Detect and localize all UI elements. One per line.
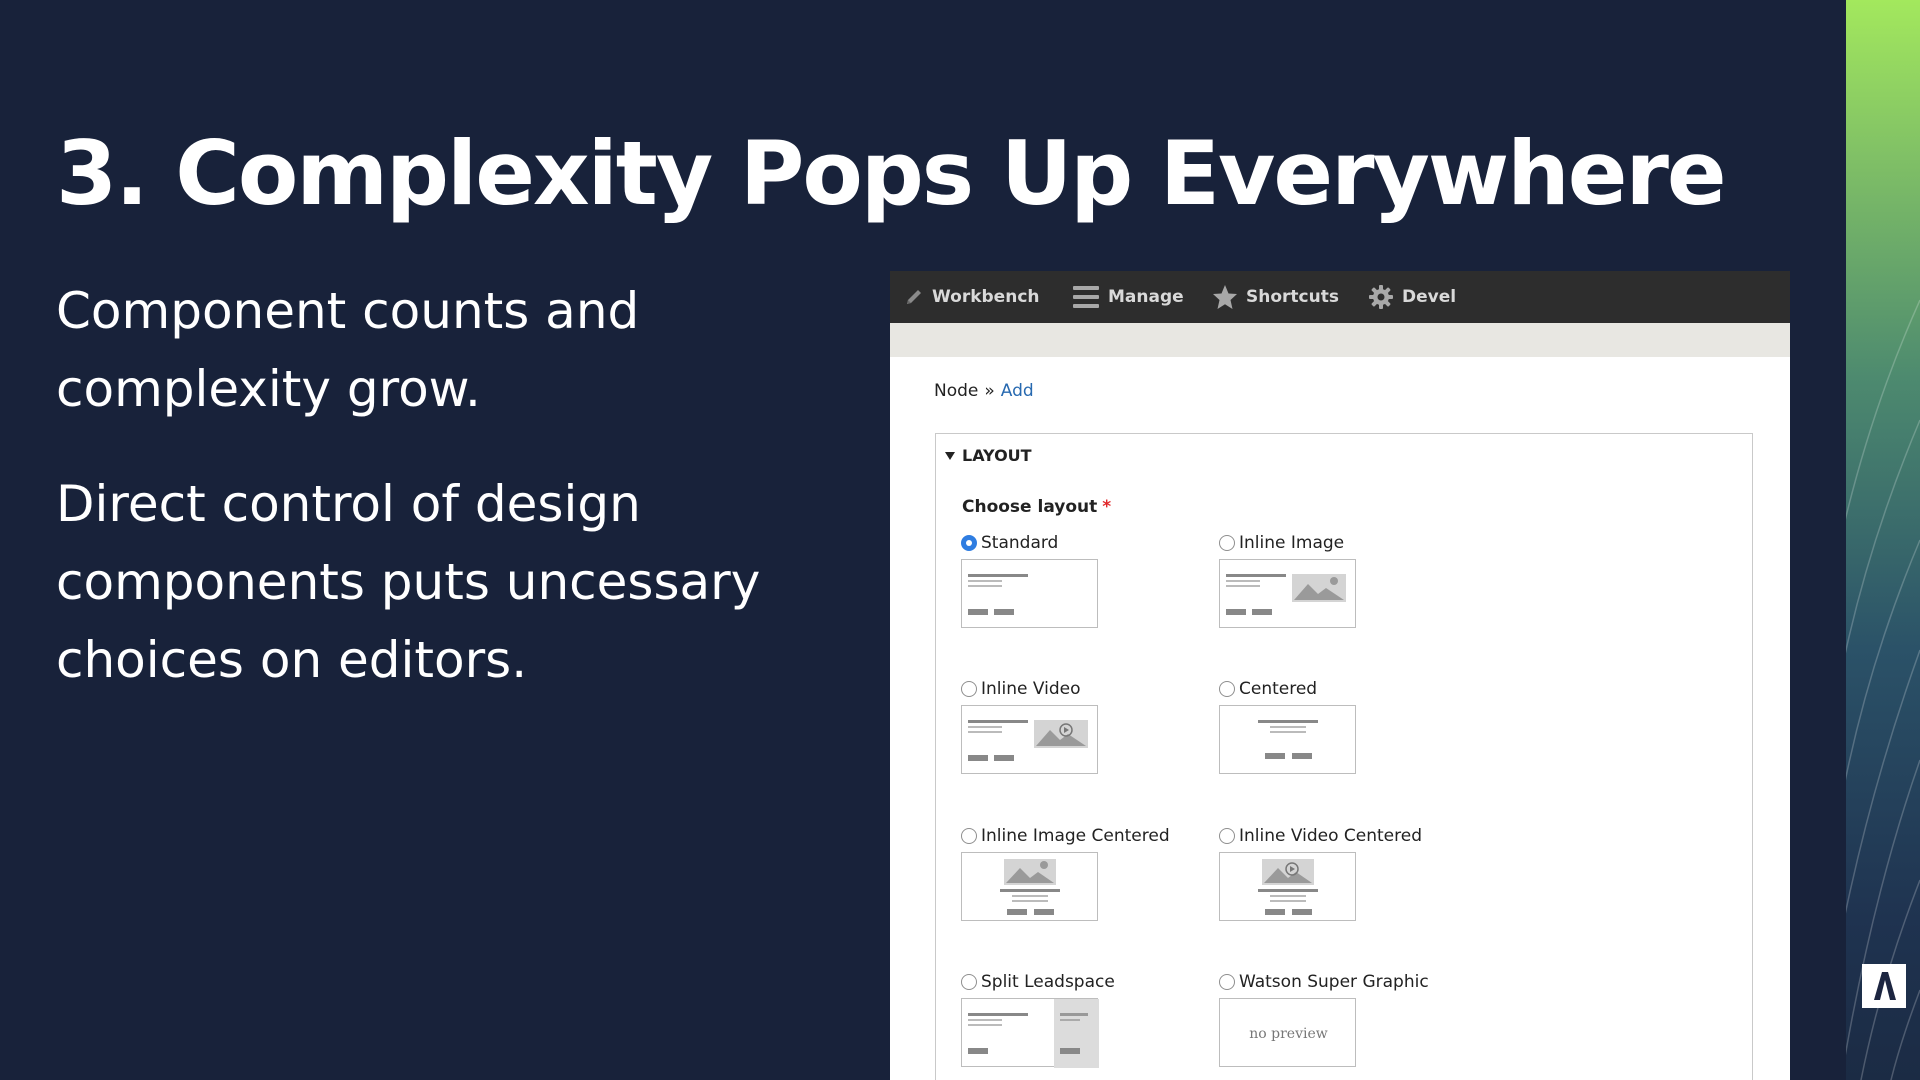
layout-option-centered[interactable]: Centered xyxy=(1219,679,1459,789)
toolbar-manage-label: Manage xyxy=(1108,287,1184,307)
toolbar-shortcuts[interactable]: Shortcuts xyxy=(1212,271,1339,323)
radio-standard[interactable] xyxy=(961,535,977,551)
preview-watson-super-graphic[interactable]: no preview xyxy=(1219,998,1356,1067)
radio-inline-image-centered[interactable] xyxy=(961,828,977,844)
radio-centered[interactable] xyxy=(1219,681,1235,697)
option-label-inline-video: Inline Video xyxy=(981,679,1081,699)
option-label-watson-super-graphic: Watson Super Graphic xyxy=(1239,972,1429,992)
preview-inline-image-centered[interactable] xyxy=(961,852,1098,921)
toolbar-shortcuts-label: Shortcuts xyxy=(1246,287,1339,307)
layout-fieldset: LAYOUT Choose layout * Standard Inline I… xyxy=(935,433,1753,1080)
preview-inline-video[interactable] xyxy=(961,705,1098,774)
no-preview-text: no preview xyxy=(1249,1025,1328,1042)
breadcrumb-add-link[interactable]: Add xyxy=(1001,381,1034,401)
pencil-icon xyxy=(907,290,921,304)
body-paragraph-2: Direct control of design components puts… xyxy=(56,475,761,689)
layout-option-inline-image[interactable]: Inline Image xyxy=(1219,533,1459,643)
layout-option-standard[interactable]: Standard xyxy=(961,533,1201,643)
breadcrumb: Node » Add xyxy=(934,381,1034,401)
breadcrumb-separator: » xyxy=(984,381,995,401)
option-label-split-leadspace: Split Leadspace xyxy=(981,972,1115,992)
brand-logo xyxy=(1862,964,1906,1008)
menu-icon xyxy=(1073,286,1099,308)
preview-inline-image[interactable] xyxy=(1219,559,1356,628)
layout-option-split-leadspace[interactable]: Split Leadspace xyxy=(961,972,1201,1080)
choose-layout-text: Choose layout xyxy=(962,497,1098,517)
layout-option-inline-video-centered[interactable]: Inline Video Centered xyxy=(1219,826,1459,936)
option-label-inline-image-centered: Inline Image Centered xyxy=(981,826,1170,846)
option-label-inline-image: Inline Image xyxy=(1239,533,1345,553)
slide-title: 3. Complexity Pops Up Everywhere xyxy=(56,122,1727,225)
triangle-down-icon xyxy=(945,451,955,460)
preview-centered[interactable] xyxy=(1219,705,1356,774)
radio-watson-super-graphic[interactable] xyxy=(1219,974,1235,990)
gear-icon xyxy=(1369,285,1393,309)
body-paragraph-1: Component counts and complexity grow. xyxy=(56,282,640,418)
toolbar-workbench-label: Workbench xyxy=(932,287,1040,307)
option-label-standard: Standard xyxy=(981,533,1059,553)
breadcrumb-node[interactable]: Node xyxy=(934,381,978,401)
layout-option-watson-super-graphic[interactable]: Watson Super Graphic no preview xyxy=(1219,972,1459,1080)
admin-toolbar: Workbench Manage Shortcuts Devel xyxy=(890,271,1790,323)
radio-inline-video-centered[interactable] xyxy=(1219,828,1235,844)
cms-screenshot: Workbench Manage Shortcuts Devel Node » … xyxy=(890,271,1790,1080)
star-icon xyxy=(1213,285,1237,309)
layout-option-inline-image-centered[interactable]: Inline Image Centered xyxy=(961,826,1201,936)
accent-strip xyxy=(1846,0,1920,1080)
toolbar-workbench[interactable]: Workbench xyxy=(904,271,1040,323)
layout-legend-label: LAYOUT xyxy=(962,446,1032,465)
choose-layout-label: Choose layout * xyxy=(962,497,1111,517)
radio-split-leadspace[interactable] xyxy=(961,974,977,990)
toolbar-devel[interactable]: Devel xyxy=(1368,271,1456,323)
preview-standard[interactable] xyxy=(961,559,1098,628)
radio-inline-video[interactable] xyxy=(961,681,977,697)
layout-option-inline-video[interactable]: Inline Video xyxy=(961,679,1201,789)
required-marker: * xyxy=(1102,497,1112,517)
toolbar-manage[interactable]: Manage xyxy=(1072,271,1184,323)
preview-split-leadspace[interactable] xyxy=(961,998,1099,1068)
preview-inline-video-centered[interactable] xyxy=(1219,852,1356,921)
layout-toggle[interactable]: LAYOUT xyxy=(944,446,1032,465)
toolbar-devel-label: Devel xyxy=(1402,287,1457,307)
option-label-inline-video-centered: Inline Video Centered xyxy=(1239,826,1422,846)
secondary-bar xyxy=(890,323,1790,357)
option-label-centered: Centered xyxy=(1239,679,1318,699)
radio-inline-image[interactable] xyxy=(1219,535,1235,551)
